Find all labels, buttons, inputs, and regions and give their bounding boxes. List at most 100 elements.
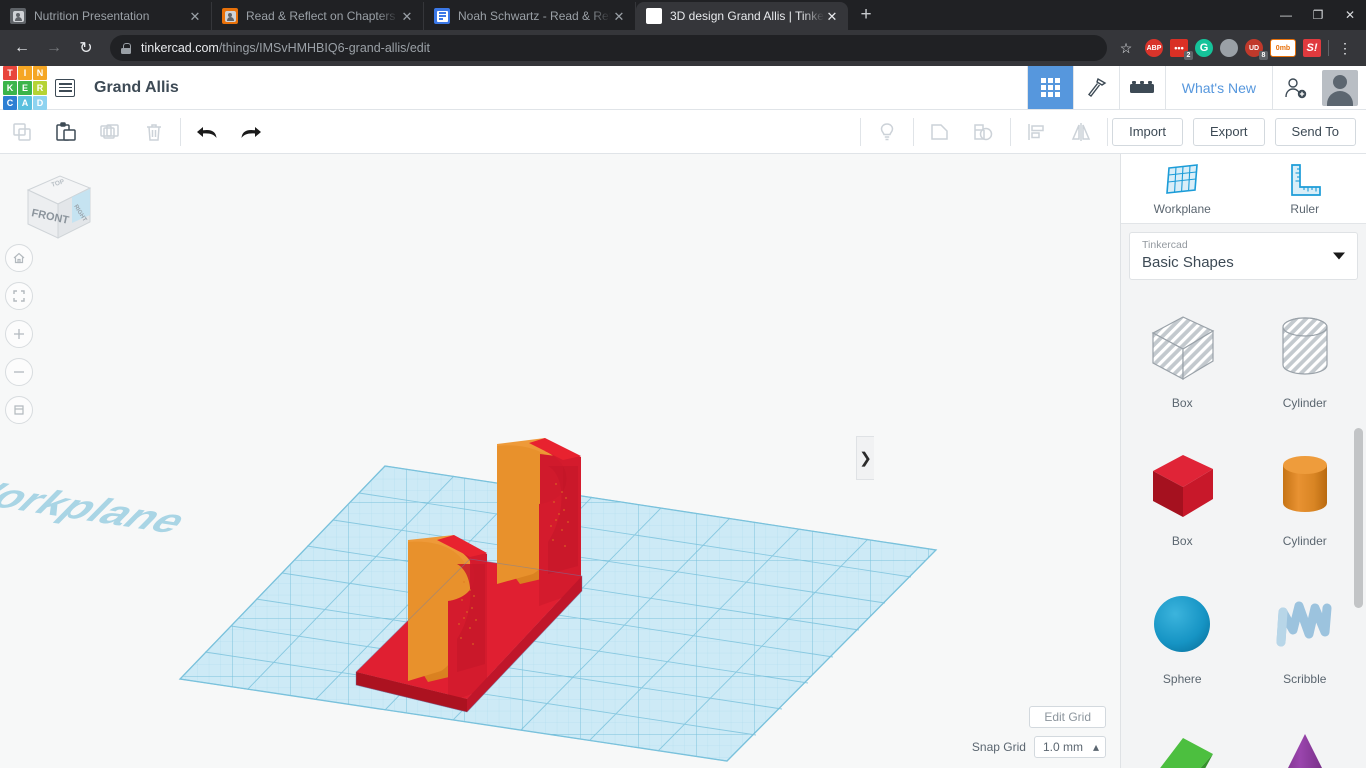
tab-close-icon[interactable]: ✕ bbox=[187, 8, 203, 24]
red-extension-icon[interactable]: ••• 2 bbox=[1170, 39, 1193, 60]
urban-dictionary-icon[interactable]: UD 8 bbox=[1245, 39, 1268, 60]
forward-button[interactable]: → bbox=[40, 34, 68, 62]
lightbulb-icon[interactable] bbox=[865, 110, 909, 153]
tinkercad-icon bbox=[646, 8, 662, 24]
cylinder-hole-icon bbox=[1269, 302, 1341, 394]
browser-tab-1[interactable]: Nutrition Presentation ✕ bbox=[0, 2, 212, 30]
shape-item-cone[interactable]: Cone bbox=[1244, 708, 1366, 768]
dots-extension-icon[interactable] bbox=[1220, 39, 1238, 57]
export-button[interactable]: Export bbox=[1192, 117, 1265, 146]
data-usage-icon[interactable]: 0mb bbox=[1270, 39, 1296, 57]
url-domain: tinkercad.com bbox=[141, 41, 219, 55]
restore-button[interactable]: ❐ bbox=[1302, 0, 1334, 30]
browser-tab-3[interactable]: Noah Schwartz - Read & Reflect on ✕ bbox=[424, 2, 636, 30]
new-tab-button[interactable]: + bbox=[852, 1, 880, 29]
close-window-button[interactable]: ✕ bbox=[1334, 0, 1366, 30]
shape-item-pyramid[interactable]: Roof bbox=[1121, 708, 1244, 768]
send-to-button[interactable]: Send To bbox=[1274, 117, 1356, 146]
panel-collapse-button[interactable]: ❯ bbox=[856, 436, 874, 480]
3d-scene[interactable]: Workplane bbox=[0, 154, 1120, 768]
ungroup-icon[interactable] bbox=[962, 110, 1006, 153]
extension-tray: ABP ••• 2 G UD 8 0mb S! ⋮ bbox=[1145, 39, 1358, 60]
user-avatar-button[interactable] bbox=[1318, 66, 1366, 109]
minimize-button[interactable]: — bbox=[1270, 0, 1302, 30]
divider bbox=[180, 117, 181, 146]
tab-close-icon[interactable]: ✕ bbox=[399, 8, 415, 24]
my-designs-button[interactable] bbox=[44, 66, 86, 109]
zoom-in-icon[interactable] bbox=[5, 320, 33, 348]
import-button[interactable]: Import bbox=[1112, 117, 1183, 146]
paste-icon[interactable] bbox=[44, 110, 88, 153]
shape-item-cylinder-hole[interactable]: Cylinder bbox=[1244, 294, 1366, 426]
workplane-watermark: Workplane bbox=[0, 471, 198, 540]
panel-scrollbar[interactable] bbox=[1354, 428, 1363, 608]
adblock-plus-icon[interactable]: ABP bbox=[1145, 39, 1163, 57]
view-cube[interactable]: FRONT TOP RIGHT bbox=[14, 168, 94, 244]
app-header: T I N K E R C A D Grand Allis What's New bbox=[0, 65, 1366, 110]
page-title[interactable]: Grand Allis bbox=[86, 66, 179, 109]
back-button[interactable]: ← bbox=[8, 34, 36, 62]
address-bar[interactable]: tinkercad.com /things/IMSvHMHBIQ6-grand-… bbox=[110, 35, 1107, 61]
add-person-icon[interactable] bbox=[1272, 66, 1318, 109]
viewport-nav-controls bbox=[5, 244, 33, 434]
tab-close-icon[interactable]: ✕ bbox=[824, 8, 840, 24]
tab-title: Read & Reflect on Chapters 15-17 bbox=[246, 9, 399, 23]
divider bbox=[1328, 40, 1329, 56]
bookmark-star-icon[interactable]: ☆ bbox=[1113, 35, 1139, 61]
zoom-out-icon[interactable] bbox=[5, 358, 33, 386]
shape-label: Box bbox=[1171, 396, 1193, 410]
browser-menu-icon[interactable]: ⋮ bbox=[1336, 40, 1354, 57]
box-hole-icon bbox=[1143, 302, 1221, 394]
align-icon[interactable] bbox=[1015, 110, 1059, 153]
shape-item-sphere[interactable]: Sphere bbox=[1121, 570, 1244, 702]
person-orange-icon bbox=[222, 8, 238, 24]
grid-controls: Edit Grid Snap Grid 1.0 mm ▴ bbox=[972, 706, 1106, 758]
tab-title: 3D design Grand Allis | Tinkercad bbox=[670, 9, 824, 23]
tinkercad-logo[interactable]: T I N K E R C A D bbox=[0, 65, 47, 110]
browser-tab-4-active[interactable]: 3D design Grand Allis | Tinkercad ✕ bbox=[636, 2, 848, 30]
blocks-icon[interactable] bbox=[1118, 66, 1165, 109]
shape-item-cylinder-solid[interactable]: Cylinder bbox=[1244, 432, 1366, 564]
whats-new-link[interactable]: What's New bbox=[1164, 66, 1272, 109]
extension-badge: 8 bbox=[1259, 51, 1268, 60]
copy-icon[interactable] bbox=[0, 110, 44, 153]
snap-grid-select[interactable]: 1.0 mm ▴ bbox=[1033, 736, 1106, 758]
redo-icon[interactable] bbox=[229, 110, 273, 153]
window-controls: — ❐ ✕ bbox=[1270, 0, 1366, 30]
edit-grid-button[interactable]: Edit Grid bbox=[1029, 706, 1106, 728]
grammarly-icon[interactable]: G bbox=[1195, 39, 1213, 57]
apps-grid-icon[interactable] bbox=[1026, 66, 1073, 109]
extension-badge: 2 bbox=[1184, 51, 1193, 60]
group-icon[interactable] bbox=[918, 110, 962, 153]
workplane-label: Workplane bbox=[1153, 201, 1211, 216]
hammer-icon[interactable] bbox=[1072, 66, 1119, 109]
shape-label: Box bbox=[1171, 534, 1193, 548]
shapes-panel: Workplane Ruler Tinkercad Basic Shapes B… bbox=[1120, 154, 1366, 768]
mirror-icon[interactable] bbox=[1059, 110, 1103, 153]
workplane-tool[interactable]: Workplane bbox=[1121, 154, 1244, 223]
browser-tab-bar: Nutrition Presentation ✕ Read & Reflect … bbox=[0, 0, 1366, 30]
reload-button[interactable]: ↻ bbox=[72, 34, 100, 62]
ruler-icon bbox=[1290, 163, 1321, 196]
caret-up-icon: ▴ bbox=[1092, 740, 1099, 754]
ruler-tool[interactable]: Ruler bbox=[1244, 154, 1366, 223]
chevron-down-icon bbox=[1333, 252, 1345, 260]
library-selector[interactable]: Tinkercad Basic Shapes bbox=[1129, 232, 1358, 280]
shape-item-scribble[interactable]: Scribble bbox=[1244, 570, 1366, 702]
shapes-list[interactable]: Box Cylinder Box Cylinder Sphere Scribbl… bbox=[1121, 288, 1366, 768]
tab-close-icon[interactable]: ✕ bbox=[611, 8, 627, 24]
snap-grid-value: 1.0 mm bbox=[1042, 740, 1083, 754]
ruler-label: Ruler bbox=[1290, 201, 1320, 216]
ortho-perspective-icon[interactable] bbox=[5, 396, 33, 424]
s-extension-icon[interactable]: S! bbox=[1303, 39, 1321, 57]
document-list-icon bbox=[55, 78, 75, 97]
browser-tab-2[interactable]: Read & Reflect on Chapters 15-17 ✕ bbox=[212, 2, 424, 30]
duplicate-icon[interactable] bbox=[88, 110, 132, 153]
trash-icon[interactable] bbox=[132, 110, 176, 153]
fit-view-icon[interactable] bbox=[5, 282, 33, 310]
shape-item-box-hole[interactable]: Box bbox=[1121, 294, 1244, 426]
undo-icon[interactable] bbox=[185, 110, 229, 153]
3d-viewport[interactable]: Workplane FRONT TOP RIGHT Edit Grid Snap… bbox=[0, 154, 1120, 768]
home-view-icon[interactable] bbox=[5, 244, 33, 272]
shape-item-box-solid[interactable]: Box bbox=[1121, 432, 1244, 564]
